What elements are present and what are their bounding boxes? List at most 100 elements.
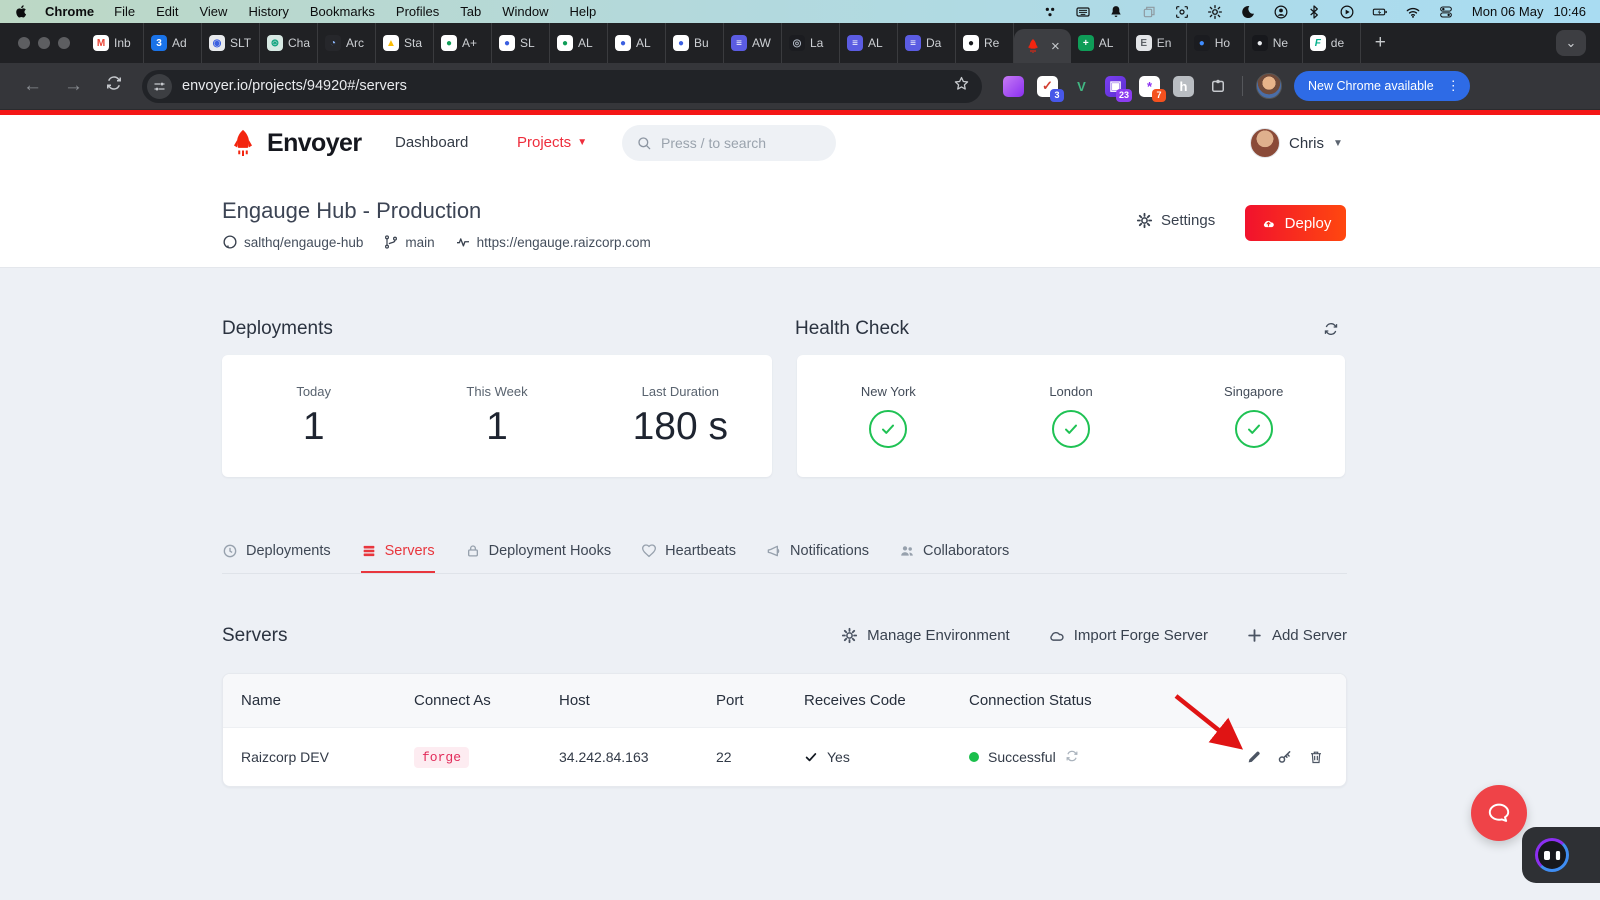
project-tab[interactable]: Heartbeats [641, 533, 736, 573]
browser-tab[interactable]: + AL [1071, 23, 1129, 63]
profile-avatar[interactable] [1256, 73, 1282, 99]
apple-icon[interactable] [14, 4, 29, 19]
deploy-button[interactable]: Deploy [1245, 205, 1346, 241]
help-beacon-button[interactable] [1471, 785, 1527, 841]
browser-tab[interactable]: ● Re [956, 23, 1014, 63]
screen-mirroring-icon[interactable] [1141, 4, 1157, 20]
keyboard-icon[interactable] [1075, 4, 1091, 20]
server-action-link[interactable]: Manage Environment [841, 627, 1010, 644]
nav-dashboard-link[interactable]: Dashboard [395, 134, 468, 151]
browser-tab[interactable]: ● SL [492, 23, 550, 63]
ext-stack-icon[interactable]: ▣23 [1105, 76, 1126, 97]
browser-tab[interactable]: ◉ SLT [202, 23, 260, 63]
site-settings-icon[interactable] [147, 74, 172, 99]
wifi-icon[interactable] [1405, 4, 1421, 20]
notification-bell-icon[interactable] [1108, 4, 1124, 20]
status-refresh-icon[interactable] [1065, 749, 1079, 766]
reload-button[interactable] [94, 74, 134, 98]
browser-tab[interactable]: M Inb [86, 23, 144, 63]
menubar-date[interactable]: Mon 06 May [1472, 4, 1544, 19]
close-window-button[interactable] [18, 37, 30, 49]
screenshot-icon[interactable] [1174, 4, 1190, 20]
extensions-puzzle-icon[interactable] [1207, 76, 1228, 97]
project-tab[interactable]: Notifications [766, 533, 869, 573]
back-button[interactable]: ← [12, 75, 53, 97]
menubar-time[interactable]: 10:46 [1553, 4, 1586, 19]
new-chrome-available-button[interactable]: New Chrome available ⋮ [1294, 71, 1470, 101]
browser-tab[interactable]: ● Ne [1245, 23, 1303, 63]
assistant-widget[interactable] [1522, 827, 1600, 883]
health-url-link[interactable]: https://engauge.raizcorp.com [455, 234, 651, 250]
chrome-menu-icon[interactable]: ⋮ [1443, 78, 1464, 94]
project-tab[interactable]: Deployments [222, 533, 331, 573]
zoom-window-button[interactable] [58, 37, 70, 49]
project-tab[interactable]: Deployment Hooks [465, 533, 612, 573]
server-action-link[interactable]: Add Server [1246, 627, 1347, 644]
menubar-menu-item[interactable]: History [248, 4, 288, 19]
user-menu[interactable]: Chris ▼ [1250, 128, 1343, 158]
delete-server-icon[interactable] [1308, 749, 1324, 765]
browser-tab[interactable]: ● AL [550, 23, 608, 63]
tab-close-icon[interactable]: × [1051, 39, 1060, 54]
ext-tasks-icon[interactable]: ✓3 [1037, 76, 1058, 97]
server-action-link[interactable]: Import Forge Server [1048, 627, 1208, 644]
project-tab[interactable]: Collaborators [899, 533, 1009, 573]
settings-button[interactable]: Settings [1136, 212, 1215, 229]
edit-server-icon[interactable] [1246, 749, 1262, 765]
ext-h-icon[interactable]: h [1173, 76, 1194, 97]
menubar-menu-item[interactable]: File [114, 4, 135, 19]
menubar-menu-item[interactable]: Window [502, 4, 548, 19]
browser-tab[interactable]: ▲ Sta [376, 23, 434, 63]
menubar-menu-item[interactable]: Edit [156, 4, 178, 19]
browser-tab[interactable]: ● Bu [666, 23, 724, 63]
browser-tab[interactable]: F de [1303, 23, 1361, 63]
ext-grammarly-icon[interactable] [1003, 76, 1024, 97]
bookmark-star-icon[interactable] [953, 75, 970, 97]
browser-tab[interactable]: E En [1129, 23, 1187, 63]
url-text[interactable]: envoyer.io/projects/94920#/servers [182, 78, 945, 94]
forward-button[interactable]: → [53, 75, 94, 97]
browser-tab[interactable]: ≡ Da [898, 23, 956, 63]
window-controls[interactable] [18, 37, 70, 49]
health-ok-icon [869, 410, 907, 448]
color-dots-icon[interactable] [1042, 4, 1058, 20]
playback-icon[interactable] [1339, 4, 1355, 20]
battery-icon[interactable] [1372, 4, 1388, 20]
browser-tab[interactable]: 3 Ad [144, 23, 202, 63]
browser-tab[interactable]: ◎ La [782, 23, 840, 63]
menubar-menu-item[interactable]: Bookmarks [310, 4, 375, 19]
new-tab-button[interactable]: + [1361, 32, 1400, 54]
browser-tab[interactable]: ≡ AW [724, 23, 782, 63]
brightness-icon[interactable] [1207, 4, 1223, 20]
branch-indicator[interactable]: main [383, 234, 434, 250]
browser-tab[interactable]: ⊛ Cha [260, 23, 318, 63]
browser-tab[interactable]: ● AL [608, 23, 666, 63]
active-tab-envoyer[interactable]: × [1014, 29, 1071, 63]
tab-search-chevron-button[interactable]: ⌄ [1556, 30, 1586, 56]
menubar-menu-item[interactable]: Profiles [396, 4, 439, 19]
repo-link[interactable]: salthq/engauge-hub [222, 234, 363, 250]
menubar-menu-item[interactable]: View [199, 4, 227, 19]
browser-tab[interactable]: ◔ Arc [318, 23, 376, 63]
focus-moon-icon[interactable] [1240, 4, 1256, 20]
ssh-key-icon[interactable] [1277, 749, 1293, 765]
repo-name: salthq/engauge-hub [244, 235, 363, 250]
control-center-icon[interactable] [1438, 4, 1454, 20]
bluetooth-icon[interactable] [1306, 4, 1322, 20]
menubar-app-name[interactable]: Chrome [45, 4, 94, 19]
menubar-menu-item[interactable]: Help [570, 4, 597, 19]
search-input[interactable]: Press / to search [622, 125, 836, 161]
minimize-window-button[interactable] [38, 37, 50, 49]
project-tab[interactable]: Servers [361, 533, 435, 573]
health-refresh-icon[interactable] [1323, 321, 1339, 342]
menubar-menu-item[interactable]: Tab [460, 4, 481, 19]
ext-vue-icon[interactable]: V [1071, 76, 1092, 97]
address-bar[interactable]: envoyer.io/projects/94920#/servers [142, 70, 982, 103]
nav-projects-dropdown[interactable]: Projects ▼ [517, 134, 587, 151]
ext-spark-icon[interactable]: *7 [1139, 76, 1160, 97]
envoyer-logo[interactable]: Envoyer [228, 127, 361, 159]
browser-tab[interactable]: ≡ AL [840, 23, 898, 63]
browser-tab[interactable]: ● A+ [434, 23, 492, 63]
browser-tab[interactable]: ● Ho [1187, 23, 1245, 63]
user-account-icon[interactable] [1273, 4, 1289, 20]
